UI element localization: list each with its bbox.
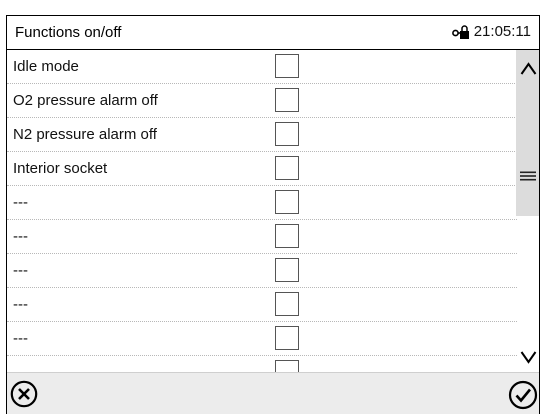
function-checkbox[interactable] xyxy=(275,122,299,146)
function-label: --- xyxy=(13,228,28,245)
list-item: --- xyxy=(7,186,517,220)
list-item xyxy=(7,356,517,372)
function-label: --- xyxy=(13,194,28,211)
confirm-circle-check-icon[interactable] xyxy=(508,380,538,410)
function-label: --- xyxy=(13,330,28,347)
chevron-down-icon[interactable] xyxy=(520,350,537,364)
list-item: Interior socket xyxy=(7,152,517,186)
function-checkbox[interactable] xyxy=(275,224,299,248)
scrollbar[interactable] xyxy=(516,50,539,372)
function-checkbox[interactable] xyxy=(275,156,299,180)
function-checkbox[interactable] xyxy=(275,88,299,112)
list-item: --- xyxy=(7,254,517,288)
window: Functions on/off 21:05:11 Idle mode O2 pr… xyxy=(6,15,540,414)
function-label: Idle mode xyxy=(13,58,79,75)
list-item: --- xyxy=(7,322,517,356)
function-label: N2 pressure alarm off xyxy=(13,126,157,143)
function-checkbox[interactable] xyxy=(275,360,299,372)
function-checkbox[interactable] xyxy=(275,326,299,350)
lock-key-icon xyxy=(451,24,469,39)
function-checkbox[interactable] xyxy=(275,292,299,316)
clock: 21:05:11 xyxy=(473,23,531,40)
cancel-circle-x-icon[interactable] xyxy=(10,380,38,408)
menu-grip-icon xyxy=(520,171,536,181)
function-checkbox[interactable] xyxy=(275,54,299,78)
list-item: --- xyxy=(7,220,517,254)
list-item: --- xyxy=(7,288,517,322)
function-label: --- xyxy=(13,296,28,313)
status-area: 21:05:11 xyxy=(451,23,531,40)
list-item: N2 pressure alarm off xyxy=(7,118,517,152)
function-label: --- xyxy=(13,262,28,279)
chevron-up-icon[interactable] xyxy=(520,62,537,76)
footer-bar xyxy=(7,372,539,414)
function-label: O2 pressure alarm off xyxy=(13,92,158,109)
function-checkbox[interactable] xyxy=(275,190,299,214)
list-item: Idle mode xyxy=(7,50,517,84)
function-list: Idle mode O2 pressure alarm off N2 pressur… xyxy=(7,50,517,372)
function-label: Interior socket xyxy=(13,160,108,177)
page-title: Functions on/off xyxy=(15,24,122,41)
list-item: O2 pressure alarm off xyxy=(7,84,517,118)
title-bar: Functions on/off 21:05:11 xyxy=(7,16,539,50)
function-checkbox[interactable] xyxy=(275,258,299,282)
